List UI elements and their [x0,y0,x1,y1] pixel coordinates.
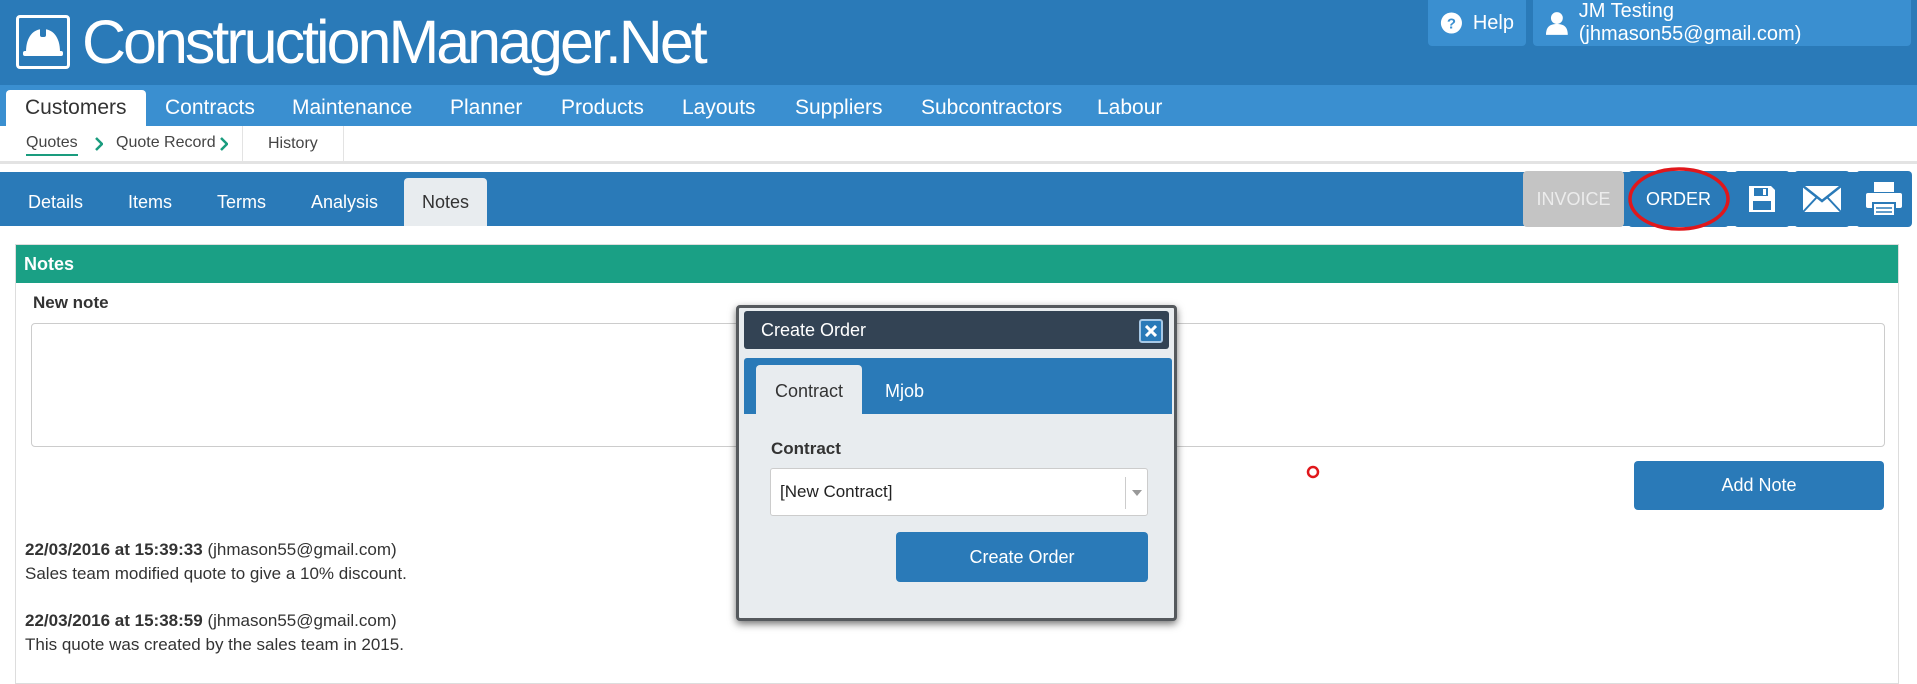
note-entry: 22/03/2016 at 15:38:59 (jhmason55@gmail.… [25,609,404,657]
nav-suppliers[interactable]: Suppliers [795,90,883,126]
note-text: This quote was created by the sales team… [25,635,404,654]
breadcrumb-history[interactable]: History [242,126,344,164]
note-author: (jhmason55@gmail.com) [207,540,397,559]
breadcrumb-quote-record[interactable]: Quote Record [116,134,216,152]
dialog-tabs: Contract Mjob [744,358,1172,414]
note-timestamp: 22/03/2016 at 15:39:33 [25,540,203,559]
new-note-label: New note [33,293,109,312]
brand-name: ConstructionManager.Net [82,7,708,76]
user-icon [1545,12,1568,35]
tab-details[interactable]: Details [28,172,83,226]
chevron-down-icon [1125,477,1147,509]
note-author: (jhmason55@gmail.com) [207,611,397,630]
nav-products[interactable]: Products [561,90,644,126]
dialog-title-text: Create Order [761,320,867,340]
user-menu-button[interactable]: JM Testing (jhmason55@gmail.com) [1533,0,1911,46]
contract-select[interactable]: [New Contract] [770,468,1148,516]
save-button[interactable] [1734,171,1790,227]
create-order-dialog: Create Order Contract Mjob Contract [New… [736,305,1177,621]
brand-logo[interactable]: ConstructionManager.Net [16,7,708,76]
print-button[interactable] [1856,171,1912,227]
hardhat-icon [16,15,70,69]
tab-notes[interactable]: Notes [404,178,488,226]
tab-analysis[interactable]: Analysis [311,172,378,226]
svg-text:?: ? [1447,15,1456,32]
note-entry: 22/03/2016 at 15:39:33 (jhmason55@gmail.… [25,538,407,586]
nav-contracts[interactable]: Contracts [165,90,255,126]
note-timestamp: 22/03/2016 at 15:38:59 [25,611,203,630]
create-order-button[interactable]: Create Order [896,532,1148,582]
main-nav: Customers Contracts Maintenance Planner … [0,85,1917,126]
contract-select-value: [New Contract] [780,482,893,501]
tab-items[interactable]: Items [128,172,172,226]
help-label: Help [1472,11,1514,34]
app-header: ConstructionManager.Net ? Help JM Testin… [0,0,1917,85]
chevron-right-icon [220,137,228,151]
printer-icon [1866,182,1902,217]
close-button[interactable] [1139,319,1163,343]
tab-terms[interactable]: Terms [217,172,266,226]
nav-subcontractors[interactable]: Subcontractors [921,90,1062,126]
notes-panel-title: Notes [16,245,1898,283]
save-icon [1749,186,1775,212]
nav-maintenance[interactable]: Maintenance [292,90,412,126]
tab-mjob[interactable]: Mjob [885,365,924,414]
invoice-button[interactable]: INVOICE [1523,171,1624,227]
nav-labour[interactable]: Labour [1097,90,1162,126]
dialog-title: Create Order [744,311,1169,349]
note-text: Sales team modified quote to give a 10% … [25,564,407,583]
breadcrumb-quotes[interactable]: Quotes [26,134,78,156]
contract-label: Contract [771,439,841,458]
nav-planner[interactable]: Planner [450,90,522,126]
help-button[interactable]: ? Help [1428,0,1526,46]
chevron-right-icon [95,137,103,151]
envelope-icon [1802,185,1842,213]
nav-layouts[interactable]: Layouts [682,90,756,126]
order-button[interactable]: ORDER [1628,171,1729,227]
help-icon: ? [1440,12,1462,34]
nav-customers[interactable]: Customers [6,90,146,126]
add-note-button[interactable]: Add Note [1634,461,1884,510]
breadcrumb: Quotes Quote Record History [0,126,1917,164]
close-icon [1145,325,1157,337]
tab-contract[interactable]: Contract [756,365,863,414]
email-button[interactable] [1794,171,1850,227]
user-label: JM Testing (jhmason55@gmail.com) [1578,0,1802,45]
